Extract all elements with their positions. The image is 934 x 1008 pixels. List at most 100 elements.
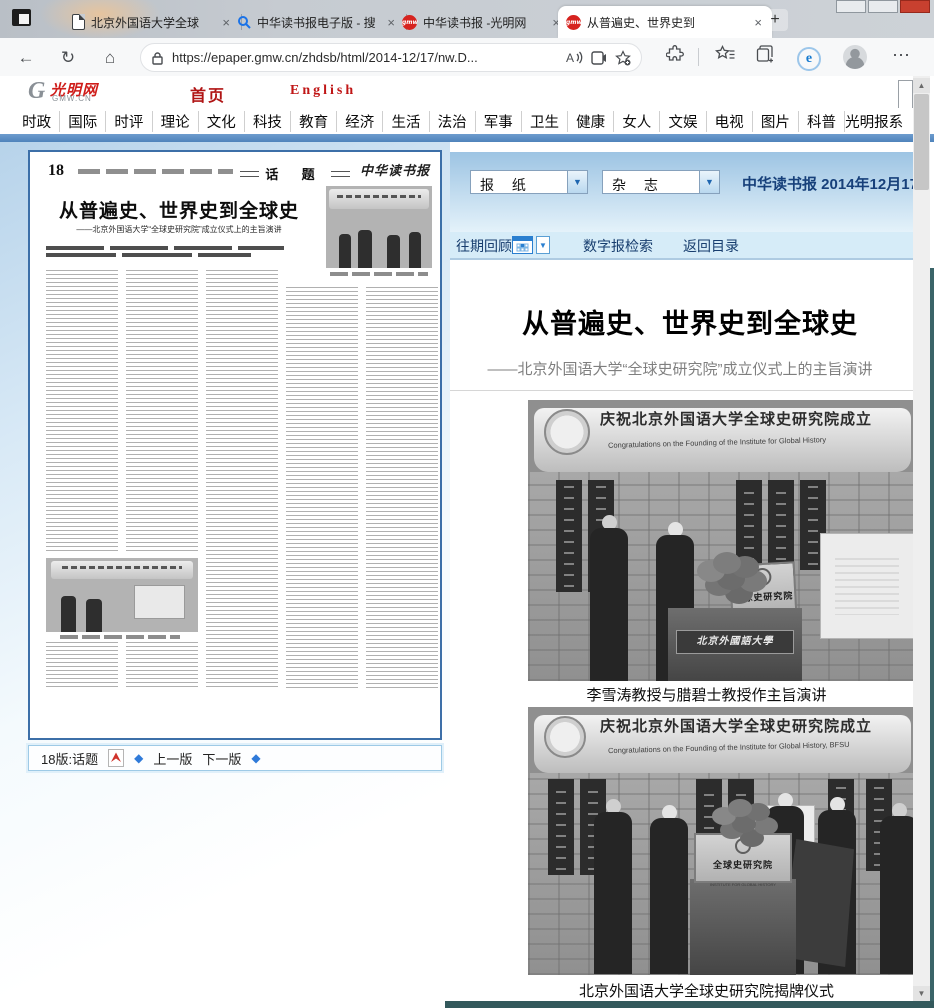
tab-actions-button[interactable] — [12, 9, 34, 29]
paper-select-value: 报 纸 — [471, 171, 567, 193]
chevron-down-icon[interactable]: ▼ — [699, 171, 719, 193]
maximize-button[interactable] — [868, 0, 898, 13]
back-button[interactable]: ← — [14, 46, 38, 70]
new-tab-button[interactable]: + — [762, 9, 788, 31]
paper-dateline: 中华读书报 2014年12月17日 星期三 — [742, 173, 913, 194]
text-column — [366, 287, 438, 690]
nav-item[interactable]: 经济 — [336, 111, 382, 132]
nav-item[interactable]: 光明报系 — [844, 111, 903, 132]
nav-item[interactable]: 军事 — [475, 111, 521, 132]
photo-decor — [134, 585, 185, 620]
photo-decor — [548, 779, 574, 875]
extensions-icon[interactable] — [662, 45, 688, 71]
photo-podium: 北京外國語大學 — [668, 608, 802, 681]
page-dateline-placeholder — [78, 169, 233, 174]
window-bottom-edge — [445, 1001, 934, 1008]
prev-page-link[interactable]: 上一版 — [153, 749, 192, 768]
nav-item[interactable]: 健康 — [567, 111, 613, 132]
nav-item[interactable]: 科普 — [798, 111, 844, 132]
nav-item[interactable]: 理论 — [152, 111, 198, 132]
photo-decor — [880, 816, 913, 974]
scroll-down-icon[interactable]: ▼ — [913, 986, 930, 1001]
photo-decor — [329, 189, 429, 209]
scroll-up-icon[interactable]: ▲ — [913, 78, 930, 93]
nav-item[interactable]: 电视 — [706, 111, 752, 132]
gmw-logo[interactable]: G — [28, 78, 45, 105]
ie-mode-icon[interactable]: e — [796, 47, 822, 73]
site-header: G 光明网 GMW.CN 首页 English — [0, 76, 934, 108]
page-navigation-bar: 18版:话题 ◆ 上一版 下一版 ◆ — [28, 745, 442, 771]
photo-decor — [86, 599, 103, 632]
photo-projection-screen — [820, 533, 913, 639]
back-to-toc-link[interactable]: 返回目录 — [683, 236, 739, 256]
photo-podium — [690, 879, 796, 975]
podium-sign: 北京外國語大學 — [676, 630, 794, 654]
home-link[interactable]: 首页 — [190, 82, 226, 106]
nav-item[interactable]: 教育 — [290, 111, 336, 132]
browser-window: 北京外国语大学全球 × 中华读书报电子版 - 搜 × gmw 中华读书报 -光明… — [0, 0, 934, 1008]
paper-photo-top — [326, 186, 432, 268]
browser-tab-bar: 北京外国语大学全球 × 中华读书报电子版 - 搜 × gmw 中华读书报 -光明… — [0, 0, 934, 38]
newspaper-page-thumbnail[interactable]: 18 话 题 中华读书报 从普遍史、世界史到全球史 ——北京外国语大学“全球史研… — [28, 150, 442, 740]
nav-item[interactable]: 女人 — [613, 111, 659, 132]
refresh-button[interactable]: ↻ — [56, 46, 80, 70]
nav-item[interactable]: 时政 — [14, 111, 59, 132]
magazine-select-value: 杂 志 — [603, 171, 699, 193]
scrollbar-thumb[interactable] — [914, 94, 929, 190]
pdf-icon[interactable] — [108, 749, 124, 767]
photo-decor — [590, 528, 628, 681]
settings-menu-icon[interactable]: ⋯ — [888, 45, 914, 71]
home-button[interactable]: ⌂ — [98, 46, 122, 70]
panel-links-bar: 往期回顾 ▼ 数字报检索 返回目录 — [450, 232, 913, 260]
english-link[interactable]: English — [290, 83, 356, 99]
calendar-dropdown-icon[interactable]: ▼ — [536, 236, 550, 254]
browser-tab[interactable]: gmw 中华读书报 -光明网 × — [394, 6, 570, 38]
nav-item[interactable]: 图片 — [752, 111, 798, 132]
nav-item[interactable]: 时评 — [105, 111, 151, 132]
photo-seal — [544, 409, 590, 455]
archive-link[interactable]: 往期回顾 — [456, 236, 512, 256]
tab-title: 北京外国语大学全球 — [91, 14, 214, 31]
paper-subheadline: ——北京外国语大学“全球史研究院”成立仪式上的主旨演讲 — [38, 224, 320, 235]
collections-icon[interactable] — [752, 45, 778, 71]
section-label: 话 题 — [265, 164, 324, 183]
immersive-reader-icon[interactable] — [591, 51, 607, 65]
next-page-link[interactable]: 下一版 — [202, 749, 241, 768]
browser-tab[interactable]: 中华读书报电子版 - 搜 × — [229, 6, 405, 38]
svg-text:A: A — [566, 51, 574, 65]
paper-select[interactable]: 报 纸 ▼ — [470, 170, 588, 194]
close-button[interactable] — [900, 0, 930, 13]
nav-item[interactable]: 科技 — [244, 111, 290, 132]
nav-item[interactable]: 卫生 — [521, 111, 567, 132]
nav-item[interactable]: 国际 — [59, 111, 105, 132]
paper-headline: 从普遍史、世界史到全球史 — [38, 196, 320, 223]
nav-item[interactable]: 文娱 — [659, 111, 705, 132]
minimize-button[interactable] — [836, 0, 866, 13]
photo-decor — [61, 596, 76, 632]
browser-tab[interactable]: 北京外国语大学全球 × — [64, 6, 240, 38]
photo-plant — [713, 552, 741, 574]
digital-search-link[interactable]: 数字报检索 — [583, 236, 653, 256]
workspaces-icon — [12, 9, 31, 26]
add-favorite-icon[interactable] — [615, 50, 631, 66]
read-aloud-icon[interactable]: A — [566, 50, 583, 65]
magazine-select[interactable]: 杂 志 ▼ — [602, 170, 720, 194]
page-scrollbar[interactable] — [913, 76, 930, 1001]
nav-item[interactable]: 文化 — [198, 111, 244, 132]
favorites-hub-icon[interactable] — [712, 45, 738, 71]
ie-glyph: e — [797, 47, 821, 71]
browser-tab-active[interactable]: gmw 从普遍史、世界史到 × — [558, 6, 772, 38]
byline-placeholder — [46, 246, 284, 250]
profile-avatar[interactable] — [843, 45, 867, 69]
nav-item[interactable]: 法治 — [429, 111, 475, 132]
tab-title: 从普遍史、世界史到 — [587, 14, 746, 31]
photo-decor — [753, 568, 772, 587]
nav-item[interactable]: 生活 — [382, 111, 428, 132]
gmw-favicon: gmw — [402, 15, 417, 30]
gmw-favicon: gmw — [566, 15, 581, 30]
address-bar[interactable]: https://epaper.gmw.cn/zhdsb/html/2014-12… — [140, 43, 642, 72]
chevron-down-icon[interactable]: ▼ — [567, 171, 587, 193]
calendar-icon[interactable] — [512, 236, 533, 254]
tab-title: 中华读书报电子版 - 搜 — [257, 14, 379, 31]
rule-line — [331, 171, 350, 177]
